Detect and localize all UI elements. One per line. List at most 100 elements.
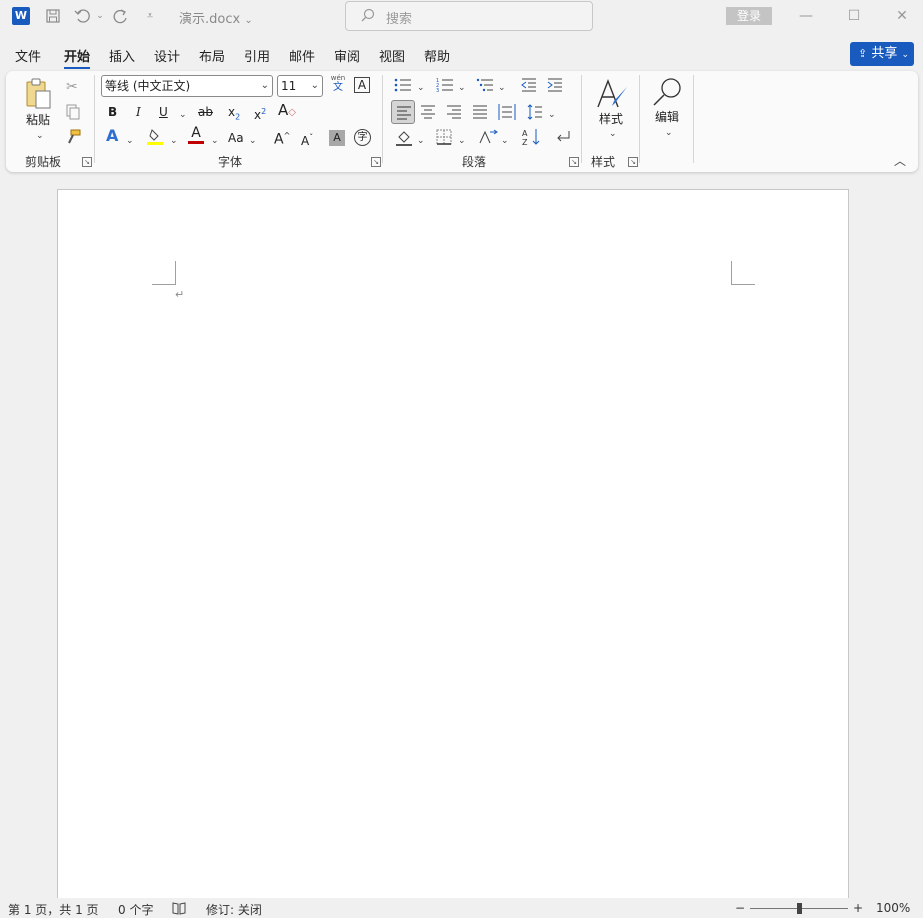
paragraph-group-label: 段落 xyxy=(462,155,487,169)
tab-review[interactable]: 审阅 xyxy=(334,46,360,65)
minimize-icon[interactable]: — xyxy=(794,6,818,26)
increase-indent-icon[interactable] xyxy=(547,77,563,97)
page-count[interactable]: 第 1 页，共 1 页 xyxy=(8,901,99,918)
highlight-dropdown-icon[interactable]: ⌄ xyxy=(170,133,178,149)
font-color-dropdown-icon[interactable]: ⌄ xyxy=(211,133,219,149)
paste-dropdown-icon[interactable]: ⌄ xyxy=(36,128,44,144)
share-button[interactable]: ⇪ 共享 ⌄ xyxy=(850,42,914,66)
distributed-icon[interactable] xyxy=(498,103,516,125)
proofing-icon[interactable] xyxy=(172,901,186,918)
align-center-icon[interactable] xyxy=(420,104,436,124)
customize-toolbar-icon[interactable]: ⩡ xyxy=(142,8,158,24)
line-spacing-icon[interactable] xyxy=(527,104,543,124)
bullets-dropdown-icon[interactable]: ⌄ xyxy=(417,80,425,96)
document-page[interactable]: ↵ xyxy=(57,189,849,918)
font-color-icon[interactable]: A xyxy=(188,126,204,144)
editing-label[interactable]: 编辑 xyxy=(655,109,679,125)
undo-icon[interactable] xyxy=(74,8,90,24)
tab-mailings[interactable]: 邮件 xyxy=(289,46,315,65)
paste-icon[interactable] xyxy=(24,77,54,111)
font-launcher-icon[interactable]: ↘ xyxy=(371,157,381,167)
show-marks-icon[interactable] xyxy=(554,129,572,149)
borders-dropdown-icon[interactable]: ⌄ xyxy=(458,133,466,149)
phonetic-guide-icon[interactable]: wén 文 xyxy=(330,74,346,94)
tab-insert[interactable]: 插入 xyxy=(109,46,135,65)
save-icon[interactable] xyxy=(45,8,61,24)
tab-design[interactable]: 设计 xyxy=(154,46,180,65)
text-effects-dropdown-icon[interactable]: ⌄ xyxy=(126,133,134,149)
tab-home[interactable]: 开始 xyxy=(64,46,91,69)
styles-launcher-icon[interactable]: ↘ xyxy=(628,157,638,167)
asian-layout-dropdown-icon[interactable]: ⌄ xyxy=(501,133,509,149)
track-changes-status[interactable]: 修订: 关闭 xyxy=(206,901,262,918)
align-right-icon[interactable] xyxy=(446,104,462,124)
change-case-dropdown-icon[interactable]: ⌄ xyxy=(249,133,257,149)
zoom-in-button[interactable]: + xyxy=(853,901,863,915)
styles-label[interactable]: 样式 xyxy=(599,111,623,127)
tab-help[interactable]: 帮助 xyxy=(424,46,450,65)
numbering-icon[interactable]: 123 xyxy=(436,77,454,97)
subscript-icon[interactable]: x2 xyxy=(228,104,240,125)
zoom-level[interactable]: 100% xyxy=(876,901,910,915)
highlight-icon[interactable] xyxy=(146,128,164,150)
change-case-icon[interactable]: Aa xyxy=(228,130,244,146)
character-border-icon[interactable]: A xyxy=(354,77,370,93)
multilevel-list-icon[interactable] xyxy=(476,77,494,97)
character-shading-icon[interactable]: A xyxy=(329,130,345,146)
shrink-font-icon[interactable]: Aˇ xyxy=(301,130,313,149)
find-icon[interactable] xyxy=(652,76,684,112)
close-icon[interactable]: ✕ xyxy=(890,6,914,26)
zoom-slider-thumb[interactable] xyxy=(797,903,802,914)
tab-view[interactable]: 视图 xyxy=(379,46,405,65)
word-count[interactable]: 0 个字 xyxy=(118,901,153,918)
editing-dropdown-icon[interactable]: ⌄ xyxy=(665,125,673,141)
bold-icon[interactable]: B xyxy=(108,104,117,120)
paragraph-launcher-icon[interactable]: ↘ xyxy=(569,157,579,167)
bullets-icon[interactable] xyxy=(394,77,412,97)
strikethrough-icon[interactable]: ab xyxy=(198,104,213,120)
justify-icon[interactable] xyxy=(472,104,488,124)
decrease-indent-icon[interactable] xyxy=(521,77,537,97)
tab-file[interactable]: 文件 xyxy=(15,46,41,65)
zoom-out-button[interactable]: − xyxy=(735,901,745,915)
search-icon xyxy=(360,7,376,27)
redo-icon[interactable] xyxy=(112,8,128,24)
italic-icon[interactable]: I xyxy=(136,104,141,120)
shading-icon[interactable] xyxy=(395,129,413,151)
borders-icon[interactable] xyxy=(436,129,452,149)
numbering-dropdown-icon[interactable]: ⌄ xyxy=(458,80,466,96)
sort-icon[interactable]: AZ xyxy=(522,128,542,150)
multilevel-dropdown-icon[interactable]: ⌄ xyxy=(498,80,506,96)
align-left-button[interactable] xyxy=(391,100,415,124)
font-name-combo[interactable]: 等线 (中文正文) ⌄ xyxy=(101,75,273,97)
enclose-characters-icon[interactable]: 字 xyxy=(354,129,371,146)
login-button[interactable]: 登录 xyxy=(726,7,772,25)
underline-dropdown-icon[interactable]: ⌄ xyxy=(179,107,187,123)
chevron-down-icon: ⌄ xyxy=(310,80,319,91)
font-size-combo[interactable]: 11 ⌄ xyxy=(277,75,323,97)
divider xyxy=(382,75,383,163)
superscript-icon[interactable]: x2 xyxy=(254,104,266,123)
line-spacing-dropdown-icon[interactable]: ⌄ xyxy=(548,107,556,123)
underline-icon[interactable]: U xyxy=(159,104,168,120)
paste-label[interactable]: 粘贴 xyxy=(26,112,50,128)
copy-icon[interactable] xyxy=(65,104,81,124)
styles-icon[interactable] xyxy=(595,77,629,115)
collapse-ribbon-icon[interactable]: ︿ xyxy=(894,153,906,169)
clear-formatting-icon[interactable]: A◇ xyxy=(278,102,296,121)
grow-font-icon[interactable]: A^ xyxy=(274,128,290,148)
chevron-down-icon: ⌄ xyxy=(260,80,269,91)
maximize-icon[interactable]: ☐ xyxy=(842,6,866,26)
search-input[interactable]: 搜索 xyxy=(345,1,593,31)
styles-dropdown-icon[interactable]: ⌄ xyxy=(609,126,617,142)
tab-references[interactable]: 引用 xyxy=(244,46,270,65)
undo-dropdown-icon[interactable]: ⌄ xyxy=(92,8,108,24)
clipboard-launcher-icon[interactable]: ↘ xyxy=(82,157,92,167)
tab-layout[interactable]: 布局 xyxy=(199,46,225,65)
asian-layout-icon[interactable] xyxy=(479,129,499,149)
format-painter-icon[interactable] xyxy=(65,129,81,149)
text-effects-icon[interactable]: A xyxy=(106,128,118,144)
cut-icon[interactable]: ✂ xyxy=(66,79,78,95)
shading-dropdown-icon[interactable]: ⌄ xyxy=(417,133,425,149)
document-title[interactable]: 演示.docx ⌄ xyxy=(179,8,253,27)
